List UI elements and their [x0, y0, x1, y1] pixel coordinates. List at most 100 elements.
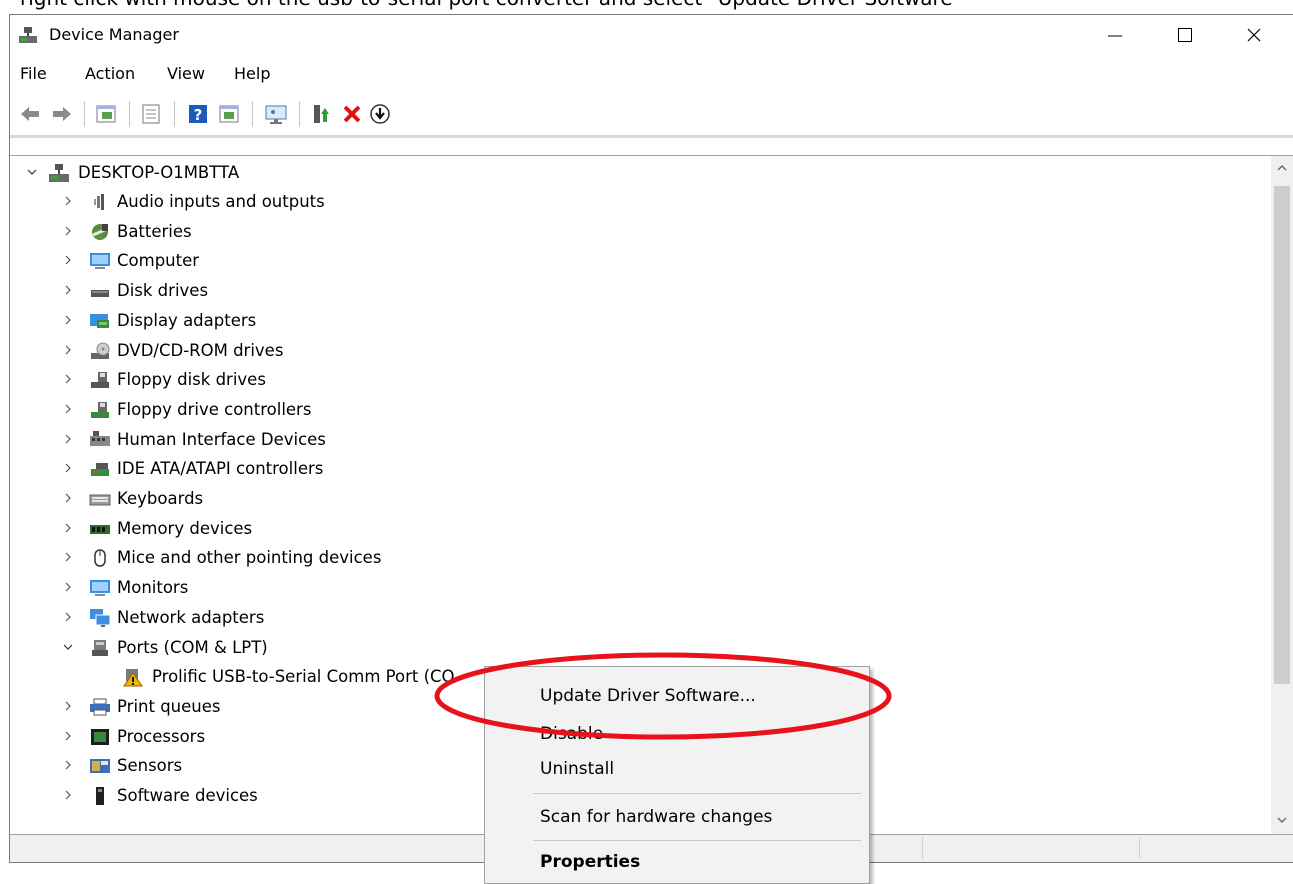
tree-item-label: Computer: [117, 251, 200, 271]
tree-category-item[interactable]: Display adapters: [62, 306, 962, 335]
keyboard-icon: [89, 494, 111, 506]
menu-properties[interactable]: Properties: [485, 845, 869, 879]
close-icon: [1247, 28, 1261, 42]
tree-category-item[interactable]: Floppy drive controllers: [62, 395, 962, 424]
tree-item-label: Software devices: [117, 786, 258, 805]
chevron-right-icon[interactable]: [62, 581, 74, 593]
uninstall-x-icon[interactable]: [340, 102, 364, 126]
tree-category-item[interactable]: Monitors: [62, 573, 962, 602]
menu-file[interactable]: File: [13, 59, 54, 89]
show-hide-console-tree-icon[interactable]: [94, 102, 118, 126]
tree-item-label: Monitors: [117, 578, 189, 598]
tree-item-label: Keyboards: [117, 489, 204, 508]
computer-root-icon: [49, 164, 69, 182]
tree-item-label: Floppy disk drives: [117, 370, 266, 390]
chevron-right-icon[interactable]: [62, 759, 74, 771]
floppy-controller-icon: [91, 401, 109, 418]
chevron-right-icon[interactable]: [62, 254, 74, 266]
chevron-right-icon[interactable]: [62, 462, 74, 474]
tree-root-label: DESKTOP-O1MBTTA: [78, 163, 240, 182]
ide-controller-icon: [91, 463, 109, 477]
scan-hardware-icon[interactable]: [264, 102, 288, 126]
chevron-right-icon[interactable]: [62, 225, 74, 237]
chevron-right-icon[interactable]: [62, 403, 74, 415]
processor-icon: [91, 728, 109, 745]
tree-category-item[interactable]: Memory devices: [62, 514, 962, 543]
tree-category-item[interactable]: Human Interface Devices: [62, 425, 962, 454]
disk-drive-icon: [91, 290, 109, 298]
tree-category-item[interactable]: Disk drives: [62, 276, 962, 305]
tree-item-label: Ports (COM & LPT): [117, 637, 268, 657]
window-title: Device Manager: [49, 25, 179, 44]
menu-view[interactable]: View: [160, 59, 212, 89]
close-button[interactable]: [1224, 15, 1284, 55]
chevron-right-icon[interactable]: [62, 522, 74, 534]
update-driver-icon[interactable]: [309, 102, 333, 126]
chevron-right-icon[interactable]: [62, 284, 74, 296]
vertical-scrollbar[interactable]: [1271, 156, 1293, 834]
tree-item-label: Audio inputs and outputs: [117, 192, 325, 211]
scroll-thumb[interactable]: [1274, 186, 1290, 684]
menu-uninstall[interactable]: Uninstall: [485, 752, 869, 786]
tree-category-item[interactable]: Computer: [62, 246, 962, 275]
tree-category-item[interactable]: IDE ATA/ATAPI controllers: [62, 454, 962, 483]
dvd-drive-icon: [91, 342, 110, 359]
computer-icon: [90, 253, 110, 270]
properties-icon[interactable]: [139, 102, 163, 126]
chevron-right-icon[interactable]: [62, 611, 74, 623]
tree-category-item[interactable]: Network adapters: [62, 603, 962, 632]
tree-category-item[interactable]: Audio inputs and outputs: [62, 187, 962, 216]
menu-help[interactable]: Help: [227, 59, 277, 89]
chevron-right-icon[interactable]: [62, 373, 74, 385]
maximize-button[interactable]: [1155, 15, 1215, 55]
tree-category-item[interactable]: Keyboards: [62, 484, 962, 513]
device-manager-icon: [19, 27, 37, 43]
instruction-text: right click with mouse on the usb-to-ser…: [0, 0, 1293, 10]
menu-scan-hardware[interactable]: Scan for hardware changes: [485, 800, 869, 834]
tree-item-label: Batteries: [117, 221, 192, 241]
speaker-icon: [94, 194, 104, 210]
tree-category-item[interactable]: Batteries: [62, 217, 962, 246]
tree-item-label: Floppy drive controllers: [117, 399, 312, 419]
monitor-icon: [90, 580, 110, 597]
chevron-right-icon[interactable]: [62, 551, 74, 563]
tree-item-label: DVD/CD-ROM drives: [117, 340, 284, 360]
tree-category-item[interactable]: DVD/CD-ROM drives: [62, 336, 962, 365]
tree-category-item[interactable]: Ports (COM & LPT): [62, 633, 962, 662]
tree-item-label: Print queues: [117, 696, 221, 716]
mouse-icon: [94, 549, 106, 568]
title-bar[interactable]: Device Manager: [10, 15, 1293, 55]
menu-update-driver-software[interactable]: Update Driver Software...: [485, 679, 869, 713]
scroll-up-icon[interactable]: [1276, 162, 1288, 174]
action-pane-icon[interactable]: [217, 102, 241, 126]
chevron-right-icon[interactable]: [62, 195, 74, 207]
tree-category-item[interactable]: Mice and other pointing devices: [62, 543, 962, 572]
enable-device-icon[interactable]: [368, 102, 392, 126]
back-arrow-icon[interactable]: [18, 102, 42, 126]
chevron-right-icon[interactable]: [62, 789, 74, 801]
printer-icon: [90, 698, 110, 716]
tree-item-label: Human Interface Devices: [117, 429, 326, 449]
chevron-down-icon[interactable]: [62, 641, 74, 653]
tree-item-label: Mice and other pointing devices: [117, 548, 382, 568]
menu-disable[interactable]: Disable: [485, 717, 869, 751]
chevron-right-icon[interactable]: [62, 314, 74, 326]
tree-item-label: Network adapters: [117, 607, 265, 627]
tree-item-label: Sensors: [117, 756, 183, 776]
tree-item-label: Memory devices: [117, 518, 253, 538]
menu-action[interactable]: Action: [78, 59, 142, 89]
help-icon[interactable]: ?: [186, 102, 210, 126]
chevron-right-icon[interactable]: [62, 492, 74, 504]
chevron-right-icon[interactable]: [62, 730, 74, 742]
status-cell-2: [923, 837, 1140, 859]
chevron-down-icon[interactable]: [26, 166, 38, 178]
minimize-button[interactable]: [1085, 15, 1145, 55]
scroll-down-icon[interactable]: [1276, 814, 1288, 826]
minimize-icon: [1108, 35, 1122, 37]
tree-root[interactable]: DESKTOP-O1MBTTA: [26, 158, 526, 187]
tree-category-item[interactable]: Floppy disk drives: [62, 365, 962, 394]
chevron-right-icon[interactable]: [62, 700, 74, 712]
chevron-right-icon[interactable]: [62, 344, 74, 356]
chevron-right-icon[interactable]: [62, 433, 74, 445]
forward-arrow-icon[interactable]: [50, 102, 74, 126]
